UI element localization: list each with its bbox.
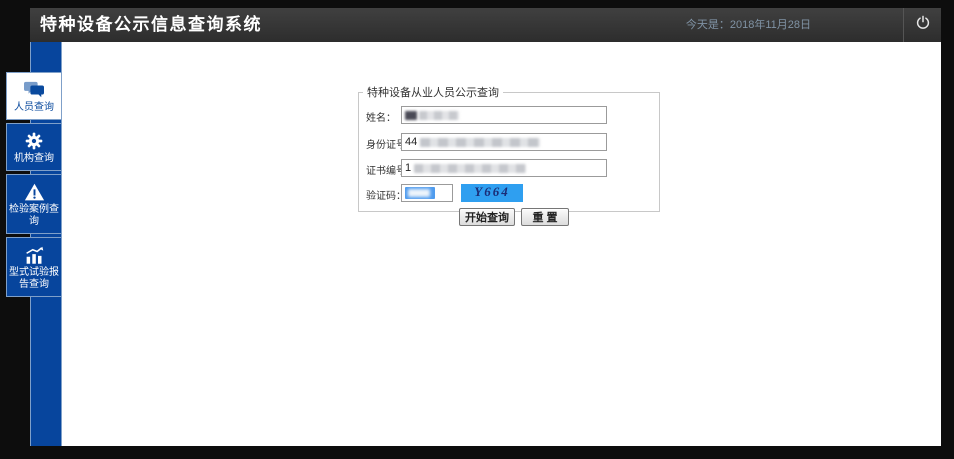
captcha-image[interactable]: Y664 [461,184,523,202]
current-date: 今天是：2018年11月28日 [686,8,811,42]
captcha-label: 验证码： [366,187,406,202]
page-title: 特种设备公示信息查询系统 [40,8,262,42]
captcha-input[interactable] [401,184,453,202]
chat-bubbles-icon [23,80,45,100]
logout-power-button[interactable] [903,8,941,42]
header-bar: 特种设备公示信息查询系统 今天是：2018年11月28日 [30,8,941,42]
sidebar-item-label: 型式试验报告查询 [8,267,60,291]
start-query-button[interactable]: 开始查询 [459,208,515,226]
captcha-row: 验证码： Y664 [359,184,659,202]
sidebar-menu: 人员查询 机构查询 [6,72,62,300]
certificate-row: 证书编号： 1 [359,159,659,177]
bar-chart-icon [23,245,45,265]
name-input[interactable] [401,106,607,124]
power-icon [914,14,932,37]
certificate-number-input[interactable] [401,159,607,177]
form-legend: 特种设备从业人员公示查询 [363,84,503,100]
sidebar-item-personnel-query[interactable]: 人员查询 [6,72,62,120]
date-value: 2018年11月28日 [730,19,811,31]
page-background: 特种设备公示信息查询系统 今天是：2018年11月28日 [0,0,954,459]
reset-button[interactable]: 重 置 [521,208,569,226]
sidebar-item-label: 机构查询 [8,153,60,165]
warning-triangle-icon [23,182,45,202]
sidebar-item-label: 人员查询 [8,102,60,114]
date-label: 今天是： [686,19,730,31]
name-row: 姓名： [359,106,659,124]
sidebar-item-organization-query[interactable]: 机构查询 [6,123,62,171]
personnel-query-form: 特种设备从业人员公示查询 姓名： 身份证号： 44 证书编号： 1 [358,84,660,212]
gear-icon [23,131,45,151]
sidebar-item-inspection-case-query[interactable]: 检验案例查询 [6,174,62,234]
id-row: 身份证号： 44 [359,133,659,151]
sidebar-item-label: 检验案例查询 [8,204,60,228]
sidebar-item-type-test-report-query[interactable]: 型式试验报告查询 [6,237,62,297]
id-number-input[interactable] [401,133,607,151]
name-label: 姓名： [366,109,396,124]
app-window: 特种设备公示信息查询系统 今天是：2018年11月28日 [30,8,941,446]
